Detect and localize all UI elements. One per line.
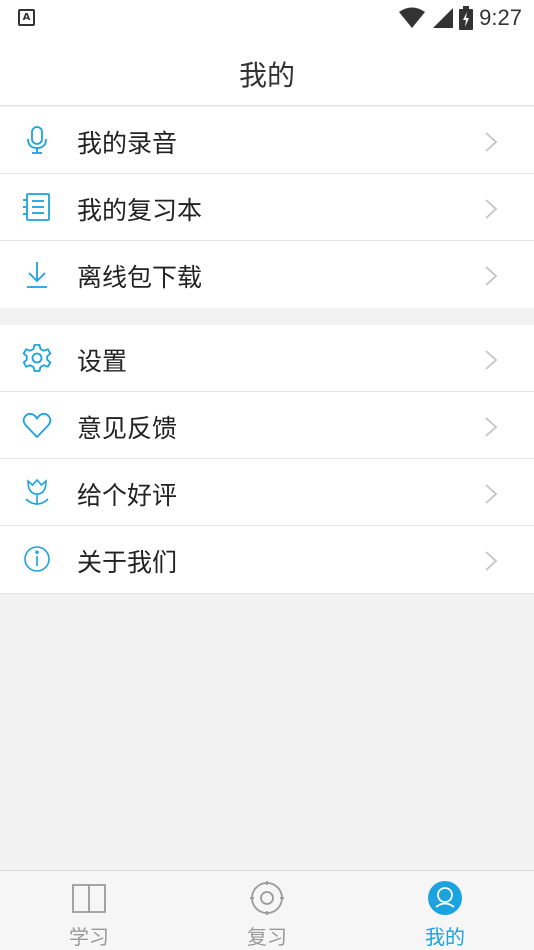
target-icon — [250, 881, 284, 915]
menu-item-label: 意见反馈 — [77, 414, 178, 443]
menu-item-review-book[interactable]: 我的复习本 — [0, 174, 534, 241]
gear-icon — [22, 344, 52, 372]
user-icon — [428, 881, 462, 915]
chevron-right-icon — [485, 266, 498, 286]
chevron-right-icon — [485, 484, 498, 504]
wifi-icon — [399, 7, 426, 28]
signal-icon — [433, 8, 454, 28]
bottom-tab-bar: 学习 复习 我的 — [0, 870, 534, 950]
menu-item-label: 我的复习本 — [77, 196, 203, 225]
chevron-right-icon — [485, 350, 498, 370]
menu-item-settings[interactable]: 设置 — [0, 325, 534, 392]
tab-study[interactable]: 学习 — [0, 871, 178, 950]
flower-icon — [25, 478, 49, 505]
chevron-right-icon — [485, 199, 498, 219]
menu-group-secondary: 设置 意见反馈 给个好评 关于我们 — [0, 325, 534, 594]
menu-item-offline-download[interactable]: 离线包下载 — [0, 241, 534, 308]
status-time: 9:27 — [479, 5, 522, 30]
notebook-icon — [23, 193, 50, 221]
menu-item-label: 我的录音 — [77, 129, 178, 158]
page-header: 我的 — [0, 36, 534, 106]
download-icon — [27, 262, 47, 288]
heart-icon — [22, 412, 52, 439]
battery-icon — [459, 6, 474, 30]
book-icon — [72, 884, 106, 913]
tab-review[interactable]: 复习 — [178, 871, 356, 950]
status-bar: A 9:27 — [0, 0, 534, 36]
tab-mine[interactable]: 我的 — [356, 871, 534, 950]
chevron-right-icon — [485, 417, 498, 437]
menu-item-label: 给个好评 — [77, 481, 178, 510]
chevron-right-icon — [485, 551, 498, 571]
microphone-icon — [27, 126, 47, 154]
tab-label: 我的 — [425, 925, 465, 949]
status-indicators: 9:27 — [399, 5, 522, 31]
menu-item-label: 离线包下载 — [77, 263, 203, 292]
menu-item-recordings[interactable]: 我的录音 — [0, 107, 534, 174]
page-title: 我的 — [238, 59, 295, 92]
menu-item-rate-app[interactable]: 给个好评 — [0, 459, 534, 526]
notification-icon: A — [18, 9, 35, 26]
menu-group-primary: 我的录音 我的复习本 离线包下载 — [0, 107, 534, 308]
chevron-right-icon — [485, 132, 498, 152]
menu-item-label: 关于我们 — [77, 548, 178, 577]
tab-label: 复习 — [247, 925, 287, 949]
menu-item-about-us[interactable]: 关于我们 — [0, 526, 534, 593]
tab-label: 学习 — [69, 925, 109, 949]
menu-item-label: 设置 — [77, 347, 128, 376]
menu-item-feedback[interactable]: 意见反馈 — [0, 392, 534, 459]
info-icon — [24, 546, 50, 572]
